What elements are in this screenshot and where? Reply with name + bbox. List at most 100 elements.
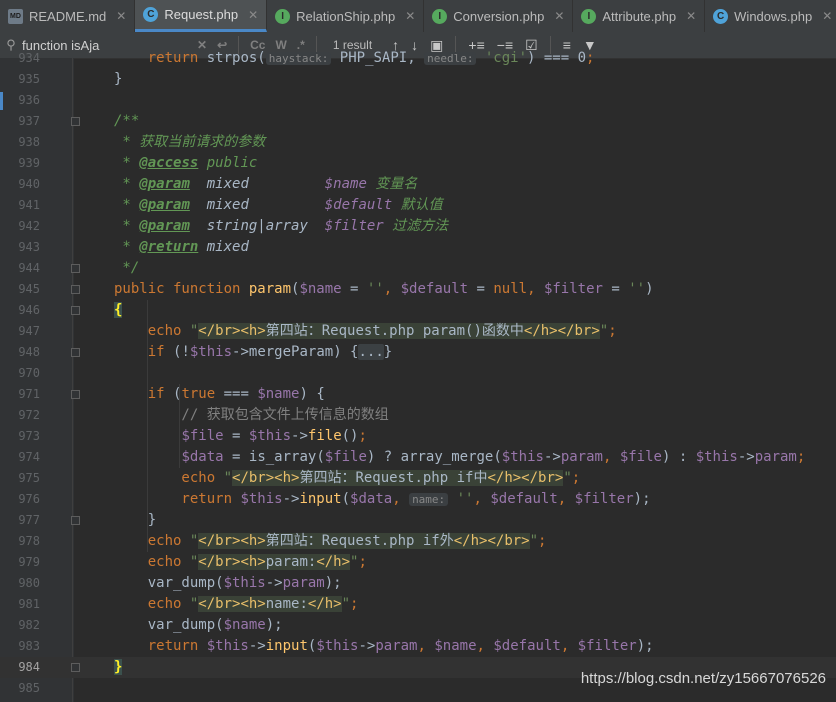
code-token: $file bbox=[324, 449, 367, 465]
code-token: </br><h> bbox=[232, 470, 300, 486]
folded-region[interactable]: ... bbox=[358, 344, 384, 360]
code-token: $data bbox=[181, 449, 224, 465]
close-tab-icon[interactable]: ✕ bbox=[822, 9, 832, 23]
markdown-icon: MD bbox=[8, 8, 23, 24]
code-token: $name bbox=[434, 638, 477, 654]
fold-marker-icon[interactable] bbox=[71, 285, 80, 294]
code-line[interactable]: echo "</br><h>第四站：Request.php if中</h></b… bbox=[114, 468, 580, 489]
code-token: $default bbox=[493, 638, 561, 654]
tab-attribute-php[interactable]: I Attribute.php ✕ bbox=[573, 0, 706, 32]
code-token: ); bbox=[324, 575, 342, 591]
close-tab-icon[interactable]: ✕ bbox=[248, 8, 258, 22]
code-token: </h></br> bbox=[487, 470, 564, 486]
code-line[interactable]: echo " </br><h>第四站：Request.php param()函数中… bbox=[114, 321, 617, 342]
code-token: param bbox=[248, 281, 292, 297]
code-line[interactable]: } bbox=[114, 69, 122, 90]
code-line[interactable]: { bbox=[114, 300, 123, 321]
tab-relationship-php[interactable]: I RelationShip.php ✕ bbox=[267, 0, 425, 32]
code-token: is_array bbox=[248, 449, 317, 465]
code-token: return bbox=[114, 638, 207, 654]
close-tab-icon[interactable]: ✕ bbox=[116, 9, 126, 23]
code-token: * bbox=[114, 239, 140, 255]
code-line[interactable]: * 获取当前请求的参数 bbox=[114, 132, 265, 153]
code-line[interactable]: */ bbox=[114, 258, 139, 279]
code-line[interactable]: var_dump($name); bbox=[114, 615, 283, 636]
code-token: </h></br> bbox=[523, 323, 600, 339]
line-number: 985 bbox=[18, 681, 40, 695]
code-token: * bbox=[114, 218, 140, 234]
code-line[interactable]: public function param($name = '', $defau… bbox=[114, 279, 654, 300]
code-token: </br><h> bbox=[198, 533, 266, 549]
code-line[interactable]: echo " </br><h>第四站：Request.php if外</h></b… bbox=[114, 531, 546, 552]
line-number: 934 bbox=[18, 51, 40, 65]
code-token: = bbox=[602, 281, 629, 297]
code-token: -> bbox=[291, 428, 308, 444]
line-number: 977 bbox=[18, 513, 40, 527]
code-token: 0 bbox=[577, 50, 587, 66]
code-token: ) { bbox=[333, 344, 359, 360]
code-token: * bbox=[114, 197, 140, 213]
code-line[interactable]: * @param string|array $filter 过滤方法 bbox=[114, 216, 448, 237]
fold-marker-icon[interactable] bbox=[71, 264, 80, 273]
code-token: ) { bbox=[299, 386, 325, 402]
close-tab-icon[interactable]: ✕ bbox=[686, 9, 696, 23]
code-token: $filter bbox=[574, 491, 634, 507]
code-token: ( bbox=[341, 491, 351, 507]
code-line[interactable]: if (true === $name) { bbox=[114, 384, 325, 405]
code-token: = bbox=[223, 449, 249, 465]
code-token: 第四站：Request.php if中 bbox=[299, 470, 488, 486]
fold-marker-icon[interactable] bbox=[71, 348, 80, 357]
tab-windows-php[interactable]: C Windows.php ✕ bbox=[705, 0, 836, 32]
code-token: () bbox=[341, 428, 359, 444]
code-token: 'cgi' bbox=[476, 50, 528, 66]
tab-conversion-php[interactable]: I Conversion.php ✕ bbox=[424, 0, 574, 32]
code-line[interactable]: $data = is_array($file) ? array_merge($t… bbox=[114, 447, 805, 468]
code-line[interactable]: $file = $this->file(); bbox=[114, 426, 366, 447]
code-line[interactable]: echo "</br><h>name:</h>"; bbox=[114, 594, 358, 615]
code-token: -> bbox=[265, 575, 283, 591]
code-line[interactable]: * @param mixed $default 默认值 bbox=[114, 195, 442, 216]
code-token: , bbox=[392, 491, 410, 507]
code-token: 过滤方法 bbox=[383, 218, 449, 234]
close-tab-icon[interactable]: ✕ bbox=[405, 9, 415, 23]
code-line[interactable]: // 获取包含文件上传信息的数组 bbox=[114, 405, 388, 426]
fold-marker-icon[interactable] bbox=[71, 117, 80, 126]
code-token: '' bbox=[628, 281, 646, 297]
line-number: 944 bbox=[18, 261, 40, 275]
code-line[interactable]: } bbox=[114, 657, 123, 678]
code-token: strpos( bbox=[206, 50, 266, 66]
line-number: 978 bbox=[18, 534, 40, 548]
fold-marker-icon[interactable] bbox=[71, 663, 80, 672]
code-line[interactable]: } bbox=[114, 510, 156, 531]
line-number: 943 bbox=[18, 240, 40, 254]
tab-request-php[interactable]: C Request.php ✕ bbox=[135, 0, 268, 32]
code-token: $default bbox=[324, 197, 393, 213]
code-token: 第四站：Request.php if外 bbox=[265, 533, 454, 549]
fold-marker-icon[interactable] bbox=[71, 306, 80, 315]
code-line[interactable]: * @return mixed bbox=[114, 237, 248, 258]
code-line[interactable]: if (!$this->mergeParam) {...} bbox=[114, 342, 392, 363]
code-line[interactable]: var_dump($this->param); bbox=[114, 573, 342, 594]
code-line[interactable]: * @access public bbox=[114, 153, 257, 174]
code-token: echo bbox=[114, 554, 190, 570]
line-number: 981 bbox=[18, 597, 40, 611]
code-token: return bbox=[147, 50, 207, 66]
code-token: </h> bbox=[316, 554, 351, 570]
code-token: , bbox=[383, 281, 401, 297]
fold-marker-icon[interactable] bbox=[71, 516, 80, 525]
php-interface-icon: I bbox=[432, 8, 448, 24]
fold-marker-icon[interactable] bbox=[71, 390, 80, 399]
code-token: echo bbox=[114, 323, 190, 339]
code-token: , bbox=[473, 491, 491, 507]
code-line[interactable]: return $this->input($data, name: '', $de… bbox=[114, 489, 651, 510]
close-tab-icon[interactable]: ✕ bbox=[554, 9, 564, 23]
line-number: 984 bbox=[18, 660, 40, 674]
code-line[interactable]: /** bbox=[114, 111, 139, 132]
code-line[interactable]: echo "</br><h>param:</h>"; bbox=[114, 552, 367, 573]
code-line[interactable]: return strpos(haystack: PHP_SAPI, needle… bbox=[114, 48, 595, 69]
code-token: var_dump( bbox=[114, 617, 224, 633]
code-line[interactable]: return $this->input($this->param, $name,… bbox=[114, 636, 654, 657]
code-token: ); bbox=[633, 491, 651, 507]
tab-readme-md[interactable]: MD README.md ✕ bbox=[0, 0, 136, 32]
code-line[interactable]: * @param mixed $name 变量名 bbox=[114, 174, 417, 195]
